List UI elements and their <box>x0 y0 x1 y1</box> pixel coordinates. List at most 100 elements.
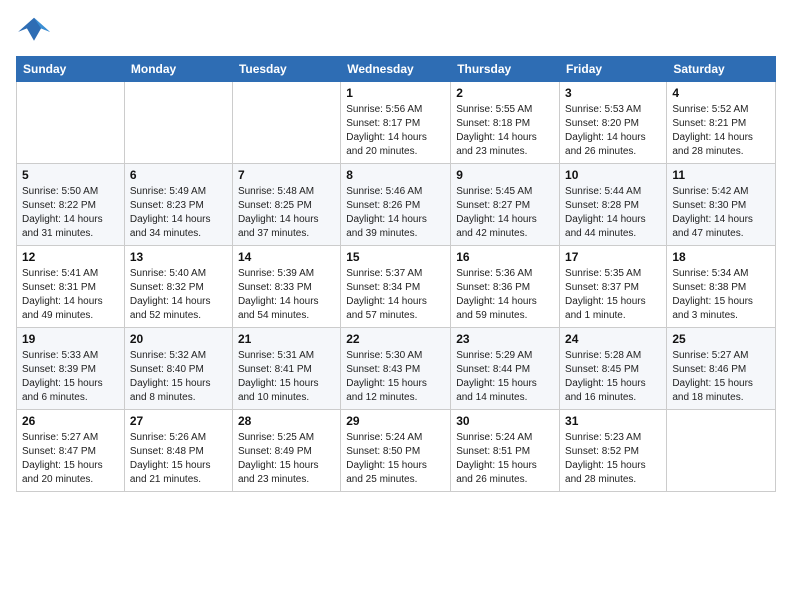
day-number: 17 <box>565 250 661 264</box>
day-info: Sunrise: 5:29 AM Sunset: 8:44 PM Dayligh… <box>456 349 554 405</box>
day-number: 5 <box>22 168 119 182</box>
day-cell: 11Sunrise: 5:42 AM Sunset: 8:30 PM Dayli… <box>667 164 776 246</box>
calendar-table: SundayMondayTuesdayWednesdayThursdayFrid… <box>16 56 776 492</box>
day-number: 2 <box>456 86 554 100</box>
weekday-header-sunday: Sunday <box>17 57 125 82</box>
day-cell: 29Sunrise: 5:24 AM Sunset: 8:50 PM Dayli… <box>341 410 451 492</box>
day-info: Sunrise: 5:33 AM Sunset: 8:39 PM Dayligh… <box>22 349 119 405</box>
day-info: Sunrise: 5:26 AM Sunset: 8:48 PM Dayligh… <box>130 431 227 487</box>
day-number: 10 <box>565 168 661 182</box>
day-cell: 16 Sunrise: 5:36 AM Sunset: 8:36 PM Dayli… <box>451 246 560 328</box>
day-number: 13 <box>130 250 227 264</box>
weekday-header-friday: Friday <box>560 57 667 82</box>
day-cell: 17Sunrise: 5:35 AM Sunset: 8:37 PM Dayli… <box>560 246 667 328</box>
weekday-header-wednesday: Wednesday <box>341 57 451 82</box>
day-number: 25 <box>672 332 770 346</box>
day-info: Sunrise: 5:49 AM Sunset: 8:23 PM Dayligh… <box>130 185 227 241</box>
day-info: Sunrise: 5:37 AM Sunset: 8:34 PM Dayligh… <box>346 267 445 323</box>
day-cell: 31 Sunrise: 5:23 AM Sunset: 8:52 PM Dayli… <box>560 410 667 492</box>
day-number: 28 <box>238 414 335 428</box>
day-info: Sunrise: 5:55 AM Sunset: 8:18 PM Dayligh… <box>456 103 554 159</box>
day-number: 15 <box>346 250 445 264</box>
day-info: Sunrise: 5:31 AM Sunset: 8:41 PM Dayligh… <box>238 349 335 405</box>
weekday-header-thursday: Thursday <box>451 57 560 82</box>
day-number: 31 <box>565 414 661 428</box>
day-cell: 7Sunrise: 5:48 AM Sunset: 8:25 PM Daylig… <box>232 164 340 246</box>
day-number: 16 <box>456 250 554 264</box>
day-number: 3 <box>565 86 661 100</box>
day-info: Sunrise: 5:23 AM Sunset: 8:52 PM Dayligh… <box>565 431 661 487</box>
weekday-header-row: SundayMondayTuesdayWednesdayThursdayFrid… <box>17 57 776 82</box>
day-number: 27 <box>130 414 227 428</box>
day-number: 9 <box>456 168 554 182</box>
week-row-3: 12 Sunrise: 5:41 AM Sunset: 8:31 PM Dayli… <box>17 246 776 328</box>
day-info: Sunrise: 5:32 AM Sunset: 8:40 PM Dayligh… <box>130 349 227 405</box>
day-info: Sunrise: 5:56 AM Sunset: 8:17 PM Dayligh… <box>346 103 445 159</box>
day-info: Sunrise: 5:36 AM Sunset: 8:36 PM Dayligh… <box>456 267 554 323</box>
day-number: 18 <box>672 250 770 264</box>
day-cell: 26 Sunrise: 5:27 AM Sunset: 8:47 PM Dayli… <box>17 410 125 492</box>
day-info: Sunrise: 5:34 AM Sunset: 8:38 PM Dayligh… <box>672 267 770 323</box>
day-number: 21 <box>238 332 335 346</box>
week-row-1: 1 Sunrise: 5:56 AM Sunset: 8:17 PM Daylig… <box>17 82 776 164</box>
day-info: Sunrise: 5:53 AM Sunset: 8:20 PM Dayligh… <box>565 103 661 159</box>
day-info: Sunrise: 5:30 AM Sunset: 8:43 PM Dayligh… <box>346 349 445 405</box>
weekday-header-saturday: Saturday <box>667 57 776 82</box>
day-info: Sunrise: 5:28 AM Sunset: 8:45 PM Dayligh… <box>565 349 661 405</box>
day-info: Sunrise: 5:45 AM Sunset: 8:27 PM Dayligh… <box>456 185 554 241</box>
day-info: Sunrise: 5:27 AM Sunset: 8:47 PM Dayligh… <box>22 431 119 487</box>
day-cell: 14Sunrise: 5:39 AM Sunset: 8:33 PM Dayli… <box>232 246 340 328</box>
logo-icon <box>16 16 52 46</box>
day-number: 8 <box>346 168 445 182</box>
logo <box>16 16 56 46</box>
day-cell: 19 Sunrise: 5:33 AM Sunset: 8:39 PM Dayli… <box>17 328 125 410</box>
week-row-5: 26 Sunrise: 5:27 AM Sunset: 8:47 PM Dayli… <box>17 410 776 492</box>
day-info: Sunrise: 5:44 AM Sunset: 8:28 PM Dayligh… <box>565 185 661 241</box>
day-cell: 23Sunrise: 5:29 AM Sunset: 8:44 PM Dayli… <box>451 328 560 410</box>
day-number: 19 <box>22 332 119 346</box>
day-cell: 21 Sunrise: 5:31 AM Sunset: 8:41 PM Dayli… <box>232 328 340 410</box>
day-cell: 1 Sunrise: 5:56 AM Sunset: 8:17 PM Daylig… <box>341 82 451 164</box>
day-info: Sunrise: 5:50 AM Sunset: 8:22 PM Dayligh… <box>22 185 119 241</box>
day-info: Sunrise: 5:25 AM Sunset: 8:49 PM Dayligh… <box>238 431 335 487</box>
week-row-4: 19 Sunrise: 5:33 AM Sunset: 8:39 PM Dayli… <box>17 328 776 410</box>
day-cell: 15 Sunrise: 5:37 AM Sunset: 8:34 PM Dayli… <box>341 246 451 328</box>
day-number: 6 <box>130 168 227 182</box>
day-info: Sunrise: 5:46 AM Sunset: 8:26 PM Dayligh… <box>346 185 445 241</box>
day-cell: 10 Sunrise: 5:44 AM Sunset: 8:28 PM Dayli… <box>560 164 667 246</box>
day-cell: 25 Sunrise: 5:27 AM Sunset: 8:46 PM Dayli… <box>667 328 776 410</box>
day-cell: 12 Sunrise: 5:41 AM Sunset: 8:31 PM Dayli… <box>17 246 125 328</box>
day-info: Sunrise: 5:24 AM Sunset: 8:50 PM Dayligh… <box>346 431 445 487</box>
day-cell: 2 Sunrise: 5:55 AM Sunset: 8:18 PM Daylig… <box>451 82 560 164</box>
day-info: Sunrise: 5:27 AM Sunset: 8:46 PM Dayligh… <box>672 349 770 405</box>
day-cell: 24Sunrise: 5:28 AM Sunset: 8:45 PM Dayli… <box>560 328 667 410</box>
day-cell <box>232 82 340 164</box>
day-number: 14 <box>238 250 335 264</box>
day-cell: 30 Sunrise: 5:24 AM Sunset: 8:51 PM Dayli… <box>451 410 560 492</box>
day-number: 1 <box>346 86 445 100</box>
day-cell: 8 Sunrise: 5:46 AM Sunset: 8:26 PM Daylig… <box>341 164 451 246</box>
day-cell: 9 Sunrise: 5:45 AM Sunset: 8:27 PM Daylig… <box>451 164 560 246</box>
weekday-header-monday: Monday <box>124 57 232 82</box>
day-cell: 6 Sunrise: 5:49 AM Sunset: 8:23 PM Daylig… <box>124 164 232 246</box>
day-number: 4 <box>672 86 770 100</box>
day-cell: 4Sunrise: 5:52 AM Sunset: 8:21 PM Daylig… <box>667 82 776 164</box>
day-cell <box>124 82 232 164</box>
day-cell <box>17 82 125 164</box>
day-number: 22 <box>346 332 445 346</box>
day-number: 30 <box>456 414 554 428</box>
day-cell: 27 Sunrise: 5:26 AM Sunset: 8:48 PM Dayli… <box>124 410 232 492</box>
day-cell: 3 Sunrise: 5:53 AM Sunset: 8:20 PM Daylig… <box>560 82 667 164</box>
day-cell <box>667 410 776 492</box>
day-cell: 20 Sunrise: 5:32 AM Sunset: 8:40 PM Dayli… <box>124 328 232 410</box>
day-cell: 18 Sunrise: 5:34 AM Sunset: 8:38 PM Dayli… <box>667 246 776 328</box>
day-cell: 28 Sunrise: 5:25 AM Sunset: 8:49 PM Dayli… <box>232 410 340 492</box>
day-number: 26 <box>22 414 119 428</box>
day-number: 12 <box>22 250 119 264</box>
day-info: Sunrise: 5:48 AM Sunset: 8:25 PM Dayligh… <box>238 185 335 241</box>
day-number: 20 <box>130 332 227 346</box>
day-info: Sunrise: 5:24 AM Sunset: 8:51 PM Dayligh… <box>456 431 554 487</box>
day-cell: 13Sunrise: 5:40 AM Sunset: 8:32 PM Dayli… <box>124 246 232 328</box>
day-info: Sunrise: 5:41 AM Sunset: 8:31 PM Dayligh… <box>22 267 119 323</box>
week-row-2: 5 Sunrise: 5:50 AM Sunset: 8:22 PM Daylig… <box>17 164 776 246</box>
